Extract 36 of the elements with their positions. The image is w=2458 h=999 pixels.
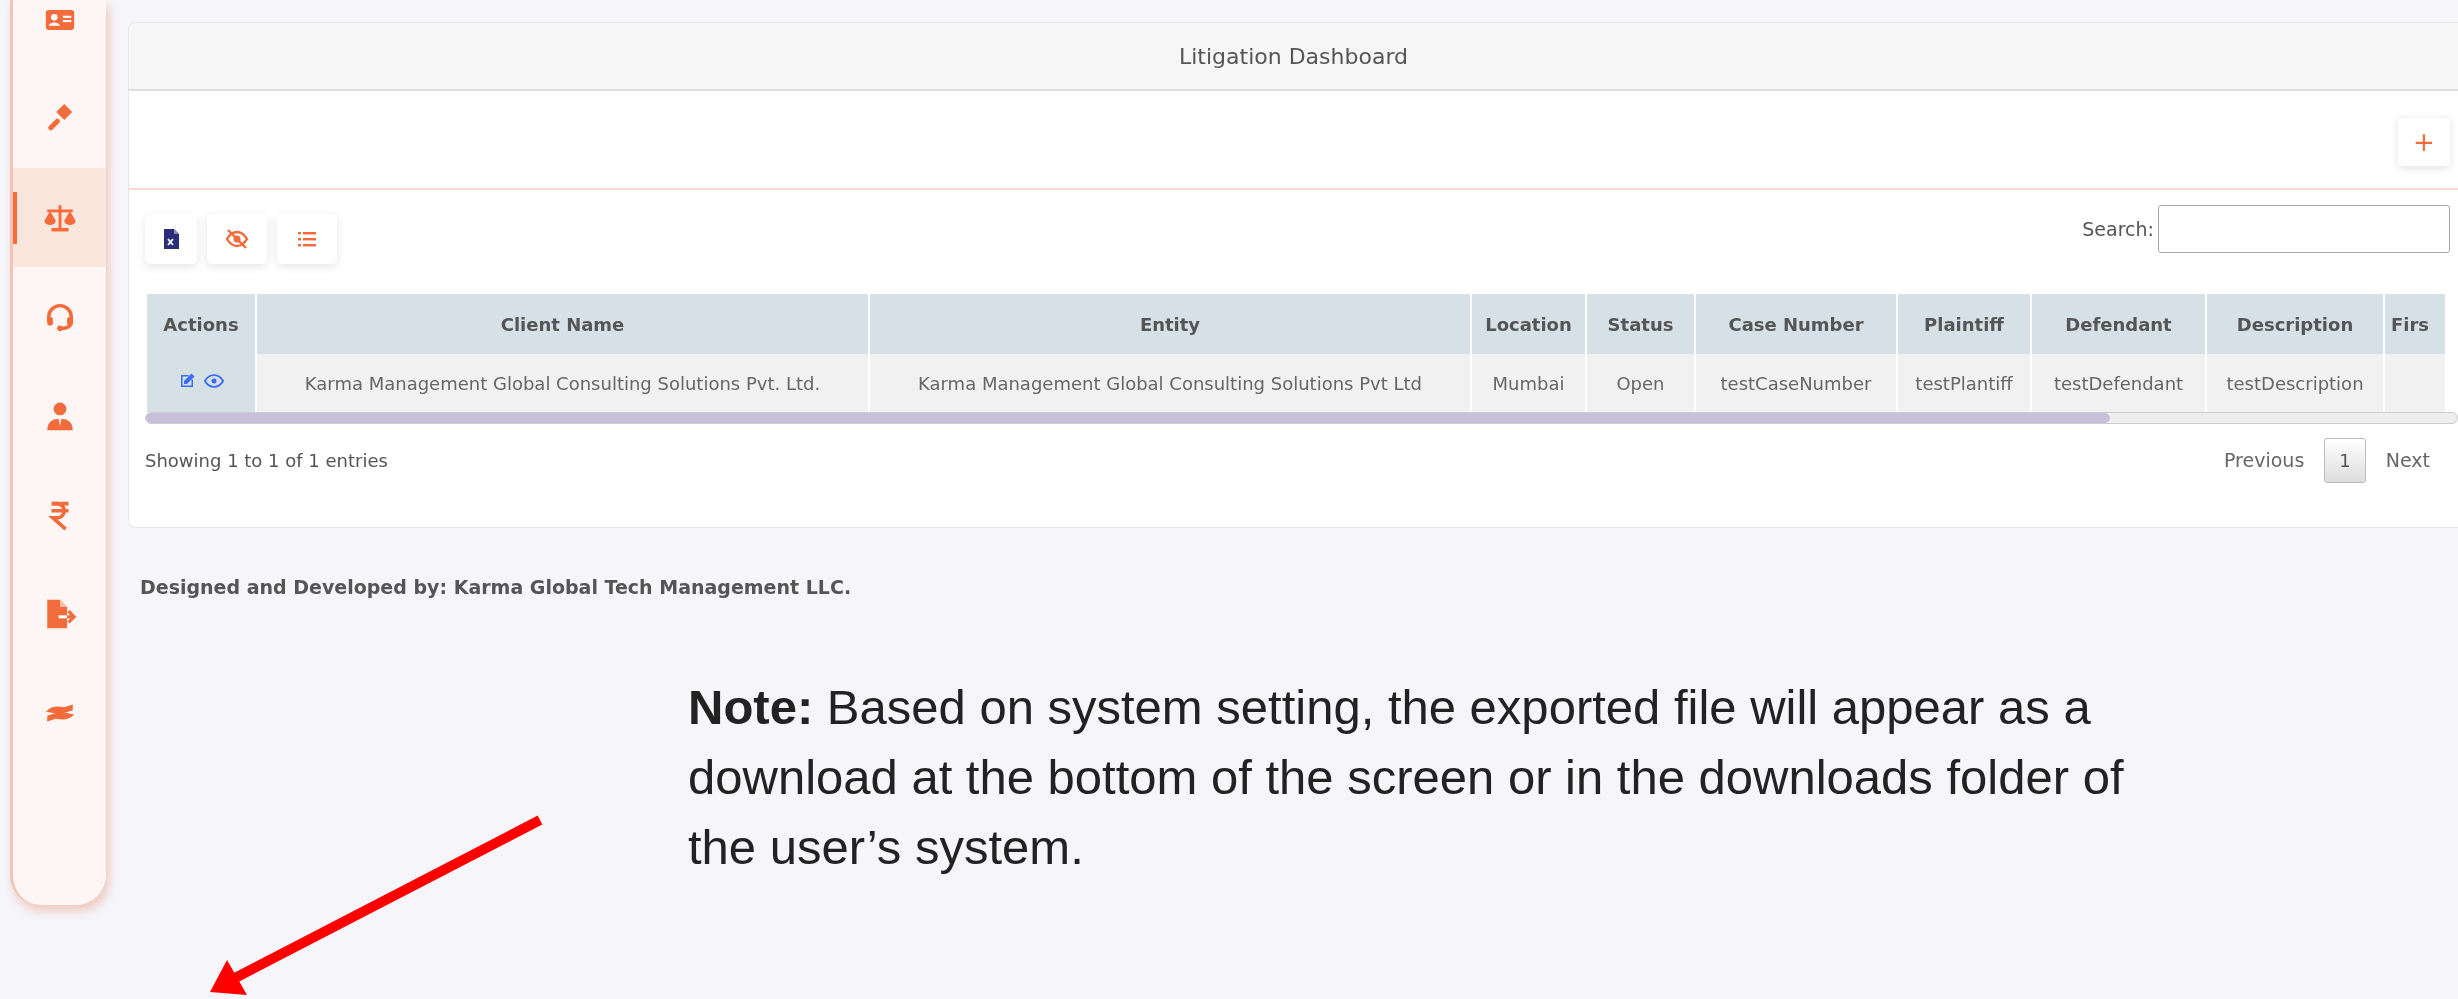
table-cell: Mumbai — [1472, 354, 1585, 412]
edit-icon[interactable] — [178, 371, 196, 390]
table-cell: Karma Management Global Consulting Solutions Pvt Ltd — [870, 354, 1470, 412]
column-header[interactable]: Case Number — [1696, 294, 1896, 354]
table-info: Showing 1 to 1 of 1 entries — [145, 449, 388, 473]
table-cell: testCaseNumber — [1696, 354, 1896, 412]
note-text: Note: Based on system setting, the exported file will appear as a download at the bottom of the screen or in the downloads folder of the user’s system. — [688, 678, 2125, 876]
column-header[interactable]: Client Name — [257, 294, 868, 354]
page-button[interactable]: 1 — [2324, 438, 2366, 483]
excel-export-button[interactable] — [145, 214, 197, 264]
table-cell: testPlantiff — [1898, 354, 2030, 412]
table-cell: testDefendant — [2032, 354, 2205, 412]
column-header[interactable]: Actions — [147, 294, 255, 354]
horizontal-scrollbar[interactable] — [145, 412, 2458, 424]
column-header[interactable]: Firs — [2385, 294, 2445, 354]
column-header[interactable]: Description — [2207, 294, 2383, 354]
column-header[interactable]: Defendant — [2032, 294, 2205, 354]
footer-credit: Designed and Developed by: Karma Global Tech Management LLC. — [140, 575, 852, 600]
list-button[interactable] — [277, 214, 337, 264]
column-header[interactable]: Entity — [870, 294, 1470, 354]
table-cell: testDescription — [2207, 354, 2383, 412]
sidebar-item[interactable] — [13, 168, 106, 267]
table-cell: Open — [1587, 354, 1694, 412]
add-button[interactable]: + — [2398, 118, 2450, 166]
column-header[interactable]: Location — [1472, 294, 1585, 354]
search-label: Search: — [2082, 216, 2154, 242]
search-field[interactable] — [2158, 205, 2450, 253]
column-header[interactable]: Status — [1587, 294, 1694, 354]
next-button[interactable]: Next — [2365, 438, 2450, 483]
column-visibility-button[interactable] — [207, 214, 267, 264]
table-cell: Karma Management Global Consulting Solutions Pvt. Ltd. — [257, 354, 868, 412]
previous-button[interactable]: Previous — [2204, 438, 2325, 483]
eye-slash-icon — [225, 227, 249, 251]
card-title: Litigation Dashboard — [1178, 42, 1408, 71]
view-eye-icon[interactable] — [204, 372, 224, 389]
column-header[interactable]: Plaintiff — [1898, 294, 2030, 354]
